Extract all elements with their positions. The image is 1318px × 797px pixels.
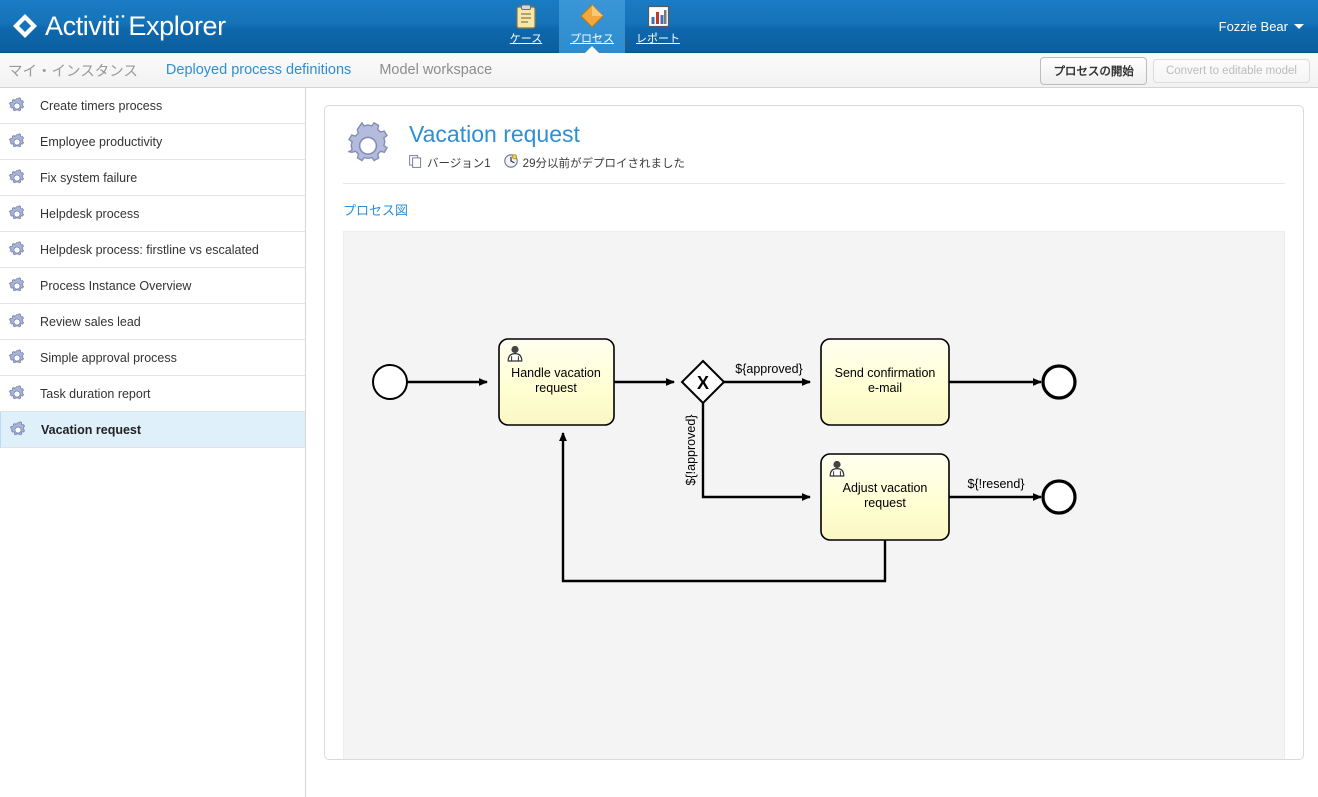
- bpmn-diagram: Handle vacation request X ${approved} ${…: [372, 338, 1077, 583]
- list-item[interactable]: Helpdesk process: [0, 196, 305, 232]
- gear-icon: [8, 384, 26, 403]
- process-definition-list: Create timers process Employee productiv…: [0, 88, 306, 797]
- gear-icon: [8, 240, 26, 259]
- flow-label-not-resend: ${!resend}: [968, 477, 1025, 491]
- gear-icon: [343, 121, 393, 172]
- bar-chart-icon: [647, 3, 670, 29]
- process-definition-panel: Vacation request バージョン1 29分以前がデプロイされました …: [324, 105, 1304, 760]
- task-label: Adjust vacation: [843, 481, 928, 495]
- list-item[interactable]: Fix system failure: [0, 160, 305, 196]
- gear-icon: [9, 420, 27, 439]
- chevron-down-icon: [1294, 24, 1304, 29]
- nav-item-reports-label: レポート: [636, 33, 680, 45]
- gear-icon: [8, 168, 26, 187]
- subnav-actions: プロセスの開始 Convert to editable model: [1040, 53, 1310, 88]
- version-label: バージョン1: [427, 157, 491, 170]
- start-event[interactable]: [372, 364, 408, 400]
- gear-icon: [8, 132, 26, 151]
- brand-text: Activiti˙Explorer: [45, 10, 226, 41]
- list-item-label: Create timers process: [40, 98, 163, 113]
- sequence-flow-not-approved: [701, 403, 811, 501]
- user-menu[interactable]: Fozzie Bear: [1219, 0, 1304, 53]
- copy-icon: [409, 154, 422, 171]
- gear-icon: [8, 276, 26, 295]
- subtab-model-workspace[interactable]: Model workspace: [365, 62, 506, 78]
- clipboard-icon: [515, 3, 537, 29]
- deployed-label: 29分以前がデプロイされました: [522, 157, 685, 170]
- process-diagram-canvas[interactable]: Handle vacation request X ${approved} ${…: [343, 231, 1285, 759]
- gateway-symbol: X: [697, 373, 709, 393]
- list-item[interactable]: Simple approval process: [0, 340, 305, 376]
- detail-header: Vacation request バージョン1 29分以前がデプロイされました: [343, 120, 1285, 184]
- list-item[interactable]: Task duration report: [0, 376, 305, 412]
- app-header: Activiti˙Explorer ケース プロセス レポート Fozzie B…: [0, 0, 1318, 53]
- process-diagram-link[interactable]: プロセス図: [343, 200, 1285, 219]
- list-item-label: Simple approval process: [40, 350, 177, 365]
- exclusive-gateway[interactable]: X: [680, 359, 726, 405]
- flow-label-approved: ${approved}: [735, 362, 802, 376]
- body: Create timers process Employee productiv…: [0, 88, 1318, 797]
- brand[interactable]: Activiti˙Explorer: [0, 0, 226, 53]
- nav-item-cases[interactable]: ケース: [493, 0, 559, 53]
- start-process-button[interactable]: プロセスの開始: [1040, 56, 1147, 85]
- subtab-my-instances[interactable]: マイ・インスタンス: [0, 60, 152, 81]
- gear-icon: [8, 96, 26, 115]
- nav-item-reports[interactable]: レポート: [625, 0, 691, 53]
- list-item[interactable]: Create timers process: [0, 88, 305, 124]
- gear-icon: [8, 204, 26, 223]
- diamond-icon: [579, 3, 605, 29]
- list-item-label: Vacation request: [41, 422, 142, 437]
- list-item-label: Process Instance Overview: [40, 278, 192, 293]
- task-send-confirmation-email[interactable]: Send confirmation e-mail: [820, 338, 950, 426]
- task-handle-vacation-request[interactable]: Handle vacation request: [498, 338, 615, 426]
- nav-item-processes-label: プロセス: [570, 33, 614, 45]
- user-name: Fozzie Bear: [1218, 19, 1288, 34]
- convert-to-editable-model-button: Convert to editable model: [1152, 58, 1310, 83]
- version-info: バージョン1: [409, 154, 491, 171]
- task-label: e-mail: [868, 381, 902, 395]
- list-item[interactable]: Helpdesk process: firstline vs escalated: [0, 232, 305, 268]
- main-navigation: ケース プロセス レポート: [493, 0, 691, 53]
- list-item-label: Fix system failure: [40, 170, 138, 185]
- list-item-label: Employee productivity: [40, 134, 163, 149]
- end-event[interactable]: [1041, 364, 1077, 400]
- clock-icon: [503, 154, 518, 171]
- gear-icon: [8, 312, 26, 331]
- deployed-info: 29分以前がデプロイされました: [503, 154, 685, 171]
- gear-icon: [8, 348, 26, 367]
- task-adjust-vacation-request[interactable]: Adjust vacation request: [820, 453, 950, 541]
- nav-item-processes[interactable]: プロセス: [559, 0, 625, 53]
- list-item[interactable]: Review sales lead: [0, 304, 305, 340]
- list-item-label: Task duration report: [40, 386, 151, 401]
- task-label: Handle vacation: [511, 366, 601, 380]
- detail-text: Vacation request バージョン1 29分以前がデプロイされました: [409, 120, 698, 171]
- nav-item-cases-label: ケース: [509, 33, 543, 45]
- page-title: Vacation request: [409, 121, 580, 147]
- subtab-deployed-process-definitions[interactable]: Deployed process definitions: [152, 62, 365, 78]
- task-label: Send confirmation: [835, 366, 936, 380]
- diamond-logo-icon: [12, 13, 38, 39]
- task-label: request: [535, 381, 577, 395]
- list-item[interactable]: Employee productivity: [0, 124, 305, 160]
- flow-label-not-approved: ${!approved}: [684, 415, 698, 486]
- list-item[interactable]: Process Instance Overview: [0, 268, 305, 304]
- sub-navigation: マイ・インスタンス Deployed process definitions M…: [0, 53, 1318, 88]
- detail-meta: バージョン1 29分以前がデプロイされました: [409, 154, 698, 171]
- list-item-selected[interactable]: Vacation request: [0, 412, 305, 448]
- list-item-label: Helpdesk process: firstline vs escalated: [40, 242, 259, 257]
- list-item-label: Review sales lead: [40, 314, 141, 329]
- end-event[interactable]: [1041, 479, 1077, 515]
- list-item-label: Helpdesk process: [40, 206, 140, 221]
- main-content: Vacation request バージョン1 29分以前がデプロイされました …: [306, 88, 1318, 797]
- task-label: request: [864, 496, 906, 510]
